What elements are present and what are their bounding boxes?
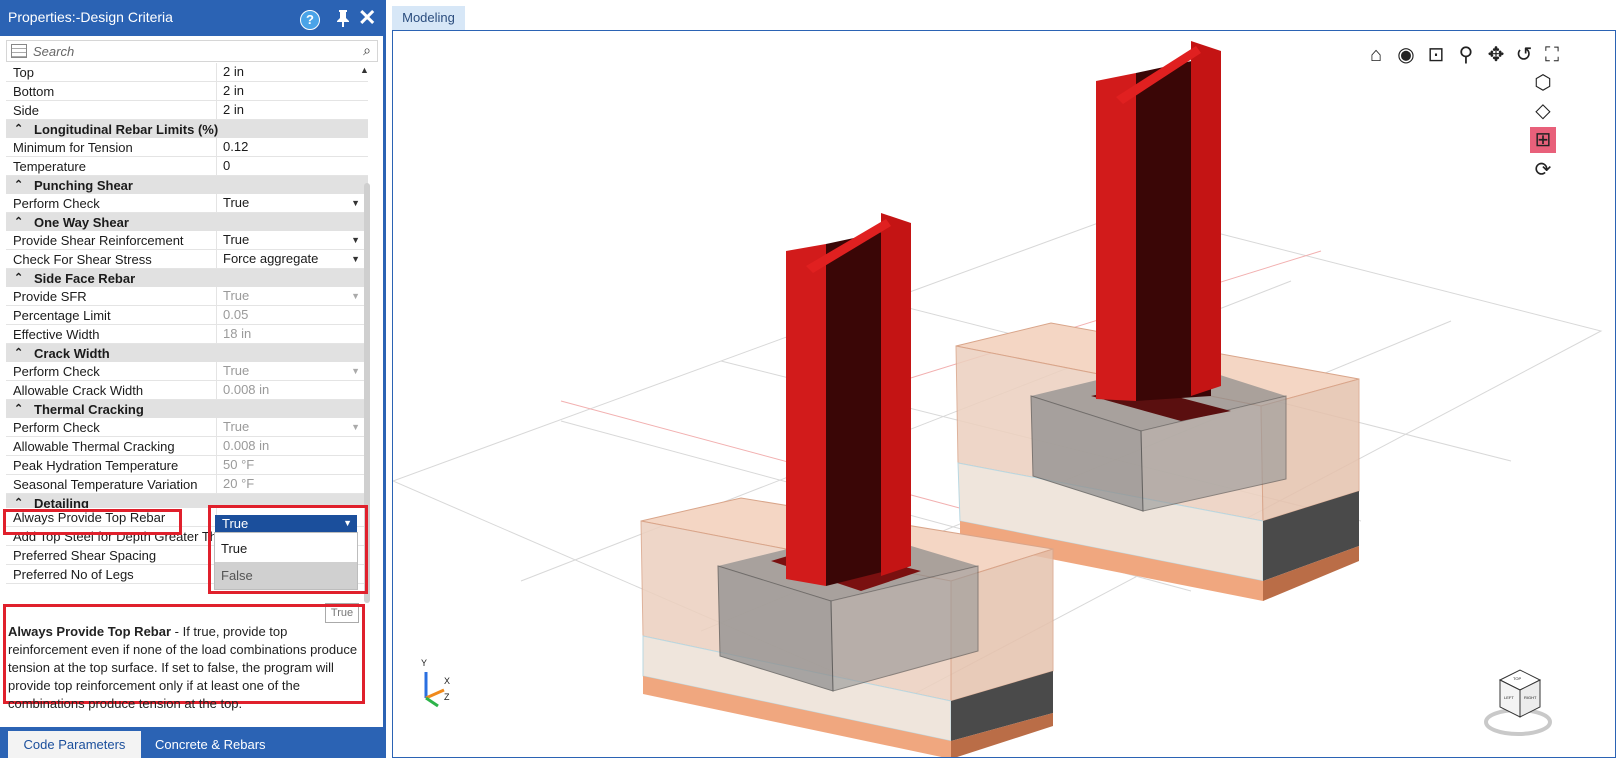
- close-icon[interactable]: ✕: [358, 7, 376, 29]
- property-row[interactable]: Provide Shear Reinforcement True ▼: [6, 231, 368, 250]
- search-icon[interactable]: ⌕: [363, 42, 371, 59]
- properties-panel: Properties:-Design Criteria ? ✕ Search ⌕…: [0, 0, 386, 758]
- zoom-window-icon[interactable]: ⊡: [1424, 44, 1448, 66]
- property-row[interactable]: Top 2 in: [6, 63, 368, 82]
- property-row[interactable]: Check For Shear Stress Force aggregate ▼: [6, 250, 368, 269]
- dropdown-arrow-icon: ▼: [351, 291, 360, 301]
- cube-right-face-label[interactable]: RIGHT: [1524, 695, 1536, 700]
- search-input[interactable]: Search: [33, 44, 74, 59]
- property-row[interactable]: Allowable Crack Width 0.008 in: [6, 381, 368, 400]
- viewport: Modeling ⌂ ◉ ⊡ ⚲ ✥ ↺ ⛶ ⬡ ◇ ⊞ ⟳: [392, 0, 1616, 758]
- axis-triad: Y X Z: [418, 658, 458, 713]
- cube-top-face-label[interactable]: TOP: [1513, 676, 1521, 681]
- property-row[interactable]: Peak Hydration Temperature 50 °F: [6, 456, 368, 475]
- dropdown-arrow-icon[interactable]: ▼: [351, 194, 360, 212]
- highlight-dropdown-box: [208, 505, 368, 594]
- view-plane-icon[interactable]: ◇: [1530, 98, 1556, 124]
- collapse-chevron-icon[interactable]: ⌃: [14, 402, 23, 415]
- property-row[interactable]: Perform Check True ▼: [6, 418, 368, 437]
- render-mode-icon[interactable]: ⊞: [1530, 127, 1556, 153]
- zoom-icon[interactable]: ⚲: [1454, 44, 1478, 66]
- axis-x-label: X: [444, 676, 451, 686]
- view-cube[interactable]: TOP LEFT RIGHT: [1480, 662, 1556, 741]
- highlight-label-box: [3, 509, 182, 535]
- fullscreen-icon[interactable]: ⛶: [1540, 44, 1564, 66]
- property-row[interactable]: Perform Check True ▼: [6, 194, 368, 213]
- category-thermal-cracking[interactable]: ⌃ Thermal Cracking: [6, 400, 368, 418]
- property-row[interactable]: Seasonal Temperature Variation 20 °F: [6, 475, 368, 494]
- dropdown-arrow-icon: ▼: [351, 366, 360, 376]
- categorized-view-icon[interactable]: [11, 44, 27, 58]
- collapse-chevron-icon[interactable]: ⌃: [14, 178, 23, 191]
- property-row[interactable]: Temperature 0: [6, 157, 368, 176]
- property-row[interactable]: Minimum for Tension 0.12: [6, 138, 368, 157]
- category-side-face-rebar[interactable]: ⌃ Side Face Rebar: [6, 269, 368, 287]
- collapse-chevron-icon[interactable]: ⌃: [14, 496, 23, 508]
- home-icon[interactable]: ⌂: [1364, 44, 1388, 66]
- cube-left-face-label[interactable]: LEFT: [1504, 695, 1514, 700]
- property-description: Always Provide Top Rebar - If true, prov…: [8, 624, 358, 711]
- axis-z-label: Z: [444, 692, 450, 702]
- orbit-icon[interactable]: ◉: [1394, 44, 1418, 66]
- category-longitudinal-rebar[interactable]: ⌃ Longitudinal Rebar Limits (%): [6, 120, 368, 138]
- 3d-scene[interactable]: [393, 31, 1616, 758]
- dropdown-arrow-icon[interactable]: ▼: [351, 231, 360, 249]
- scroll-up-arrow-icon[interactable]: ▲: [360, 65, 369, 75]
- panel-title: Properties:-Design Criteria: [8, 9, 173, 25]
- collapse-chevron-icon[interactable]: ⌃: [14, 215, 23, 228]
- pan-icon[interactable]: ✥: [1484, 44, 1508, 66]
- help-icon[interactable]: ?: [300, 10, 320, 30]
- collapse-chevron-icon[interactable]: ⌃: [14, 346, 23, 359]
- property-row[interactable]: Percentage Limit 0.05: [6, 306, 368, 325]
- collapse-chevron-icon[interactable]: ⌃: [14, 122, 23, 135]
- category-punching-shear[interactable]: ⌃ Punching Shear: [6, 176, 368, 194]
- search-box[interactable]: Search ⌕: [6, 40, 378, 62]
- panel-titlebar: Properties:-Design Criteria ? ✕: [0, 0, 383, 36]
- property-row[interactable]: Bottom 2 in: [6, 82, 368, 101]
- pin-icon[interactable]: [334, 8, 352, 28]
- category-one-way-shear[interactable]: ⌃ One Way Shear: [6, 213, 368, 231]
- property-row[interactable]: Side 2 in: [6, 101, 368, 120]
- tab-modeling[interactable]: Modeling: [392, 6, 465, 30]
- model-view[interactable]: [392, 30, 1616, 758]
- category-crack-width[interactable]: ⌃ Crack Width: [6, 344, 368, 362]
- property-row[interactable]: Perform Check True ▼: [6, 362, 368, 381]
- collapse-chevron-icon[interactable]: ⌃: [14, 271, 23, 284]
- panel-tabs: Code Parameters Concrete & Rebars: [0, 727, 383, 758]
- axis-y-label: Y: [421, 658, 428, 668]
- select-3d-icon[interactable]: ⬡: [1530, 70, 1556, 96]
- property-row[interactable]: Provide SFR True ▼: [6, 287, 368, 306]
- dropdown-arrow-icon[interactable]: ▼: [351, 250, 360, 268]
- rotate-icon[interactable]: ↺: [1512, 44, 1536, 66]
- property-row[interactable]: Effective Width 18 in: [6, 325, 368, 344]
- tab-concrete-rebars[interactable]: Concrete & Rebars: [155, 731, 266, 758]
- tab-code-parameters[interactable]: Code Parameters: [8, 731, 141, 758]
- property-row[interactable]: Allowable Thermal Cracking 0.008 in: [6, 437, 368, 456]
- refresh-icon[interactable]: ⟳: [1530, 157, 1556, 183]
- dropdown-arrow-icon: ▼: [351, 422, 360, 432]
